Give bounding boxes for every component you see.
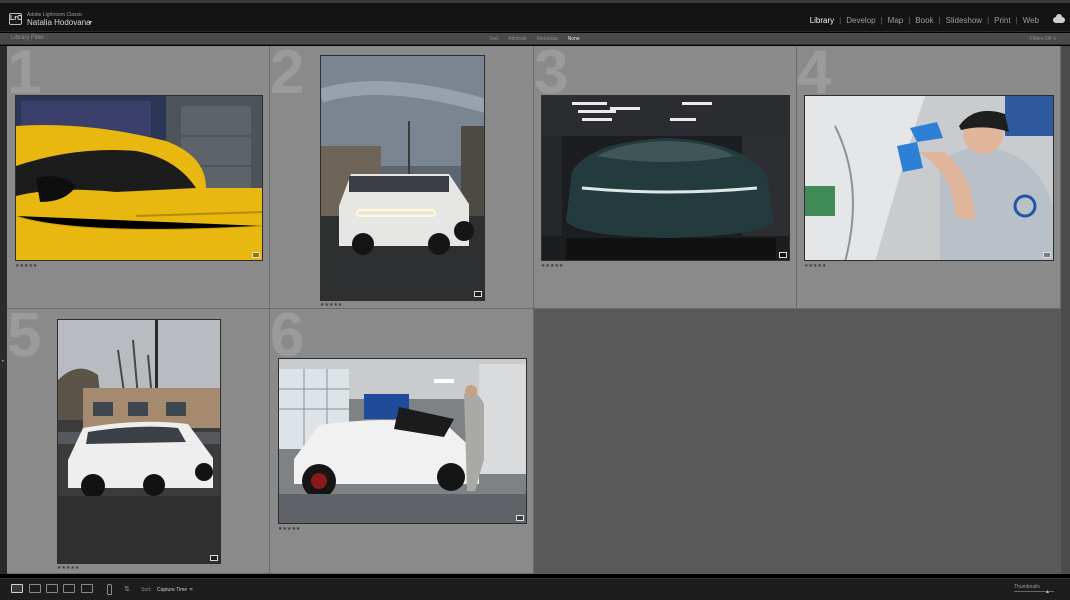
filters-off-toggle[interactable]: Filters Off ≎	[1030, 36, 1057, 42]
module-web[interactable]: Web	[1018, 16, 1044, 25]
cell-index-number: 2	[270, 46, 305, 107]
empty-grid-area	[534, 309, 1061, 574]
filter-tab-attribute[interactable]: Attribute	[503, 36, 532, 42]
photo-thumbnail[interactable]	[541, 95, 790, 261]
sort-direction-icon[interactable]: ⇅	[124, 585, 130, 593]
survey-view-icon[interactable]	[63, 584, 75, 593]
chevron-down-icon[interactable]: ≑	[189, 587, 193, 593]
module-picker: Library | Develop | Map | Book | Slideshow | …	[805, 16, 1044, 25]
identity-plate-name[interactable]: Natalia Hodovana	[27, 18, 91, 27]
ppf-installer-photo	[805, 96, 1053, 260]
porsche-detailing-shop-photo	[279, 359, 526, 523]
people-view-icon[interactable]	[81, 584, 93, 593]
lightroom-logo-icon: LrC	[9, 13, 22, 25]
star-rating[interactable]: ★★★★★	[57, 565, 79, 571]
rivian-truck-photo	[321, 56, 484, 300]
painter-spray-can-icon[interactable]	[107, 584, 112, 595]
slider-handle-icon[interactable]: ▴	[1046, 588, 1049, 595]
sort-label: Sort:	[141, 587, 152, 593]
bottom-toolbar: ⇅ Sort: Capture Time ≑ Thumbnails ▴	[0, 578, 1070, 600]
grid-view-icon[interactable]	[11, 584, 23, 593]
filter-tabs: Text Attribute Metadata None	[484, 36, 585, 42]
photo-thumbnail[interactable]	[320, 55, 485, 301]
star-rating[interactable]: ★★★★★	[278, 526, 300, 532]
library-filter-bar: Library Filter : Text Attribute Metadata…	[0, 33, 1070, 45]
right-panel-collapsed[interactable]	[1061, 46, 1070, 574]
sort-dropdown[interactable]: Capture Time	[157, 587, 187, 593]
photo-thumbnail[interactable]	[57, 319, 221, 564]
edit-badge-icon[interactable]	[779, 252, 787, 258]
module-library[interactable]: Library	[805, 16, 839, 25]
thumbnails-size-label: Thumbnails	[1014, 584, 1040, 590]
photo-thumbnail[interactable]	[15, 95, 263, 261]
module-slideshow[interactable]: Slideshow	[941, 16, 987, 25]
edit-badge-icon[interactable]	[210, 555, 218, 561]
module-book[interactable]: Book	[910, 16, 938, 25]
grid-cell[interactable]: 6 ★★★★★	[270, 309, 534, 574]
grid-cell[interactable]: 5 ★★★★★	[7, 309, 270, 574]
grid-cell[interactable]: 3 ★★★★★	[534, 46, 797, 309]
filter-tab-metadata[interactable]: Metadata	[532, 36, 563, 42]
module-develop[interactable]: Develop	[841, 16, 880, 25]
grid-cell[interactable]: 2 ★★★★★	[270, 46, 534, 309]
lucid-air-studio-photo	[542, 96, 789, 260]
expand-icon[interactable]	[1043, 252, 1051, 258]
grid-cell[interactable]: 4 ★★★★★	[797, 46, 1061, 309]
porsche-parking-lot-photo	[58, 320, 220, 563]
module-map[interactable]: Map	[883, 16, 909, 25]
module-print[interactable]: Print	[989, 16, 1015, 25]
filter-tab-text[interactable]: Text	[484, 36, 503, 42]
star-rating[interactable]: ★★★★★	[541, 263, 563, 269]
library-filter-title: Library Filter :	[11, 35, 48, 41]
chevron-down-icon[interactable]: ▾	[89, 19, 92, 26]
expand-icon[interactable]	[252, 252, 260, 258]
edit-badge-icon[interactable]	[516, 515, 524, 521]
star-rating[interactable]: ★★★★★	[320, 302, 342, 308]
grid-cell[interactable]: 1 ★★★★★	[7, 46, 270, 309]
loupe-view-icon[interactable]	[29, 584, 41, 593]
filter-tab-none[interactable]: None	[563, 36, 585, 42]
top-bar: LrC Adobe Lightroom Classic Natalia Hodo…	[0, 0, 1070, 32]
left-panel-collapsed[interactable]: ▸	[0, 46, 7, 574]
star-rating[interactable]: ★★★★★	[15, 263, 37, 269]
photo-thumbnail[interactable]	[278, 358, 527, 524]
photo-thumbnail[interactable]	[804, 95, 1054, 261]
cloud-sync-icon[interactable]	[1053, 14, 1065, 23]
yellow-sports-car-photo	[16, 96, 262, 260]
top-panel-strip[interactable]	[0, 0, 1070, 3]
thumbnail-grid: 1 ★★★★★ 2 ★★★★★ 3 ★★★★★ 4 ★★★★★ 5 ★★★★★ …	[7, 46, 1061, 574]
expand-left-panel-icon[interactable]: ▸	[2, 358, 5, 364]
compare-view-icon[interactable]	[46, 584, 58, 593]
edit-badge-icon[interactable]	[474, 291, 482, 297]
star-rating[interactable]: ★★★★★	[804, 263, 826, 269]
cell-index-number: 5	[7, 309, 42, 370]
